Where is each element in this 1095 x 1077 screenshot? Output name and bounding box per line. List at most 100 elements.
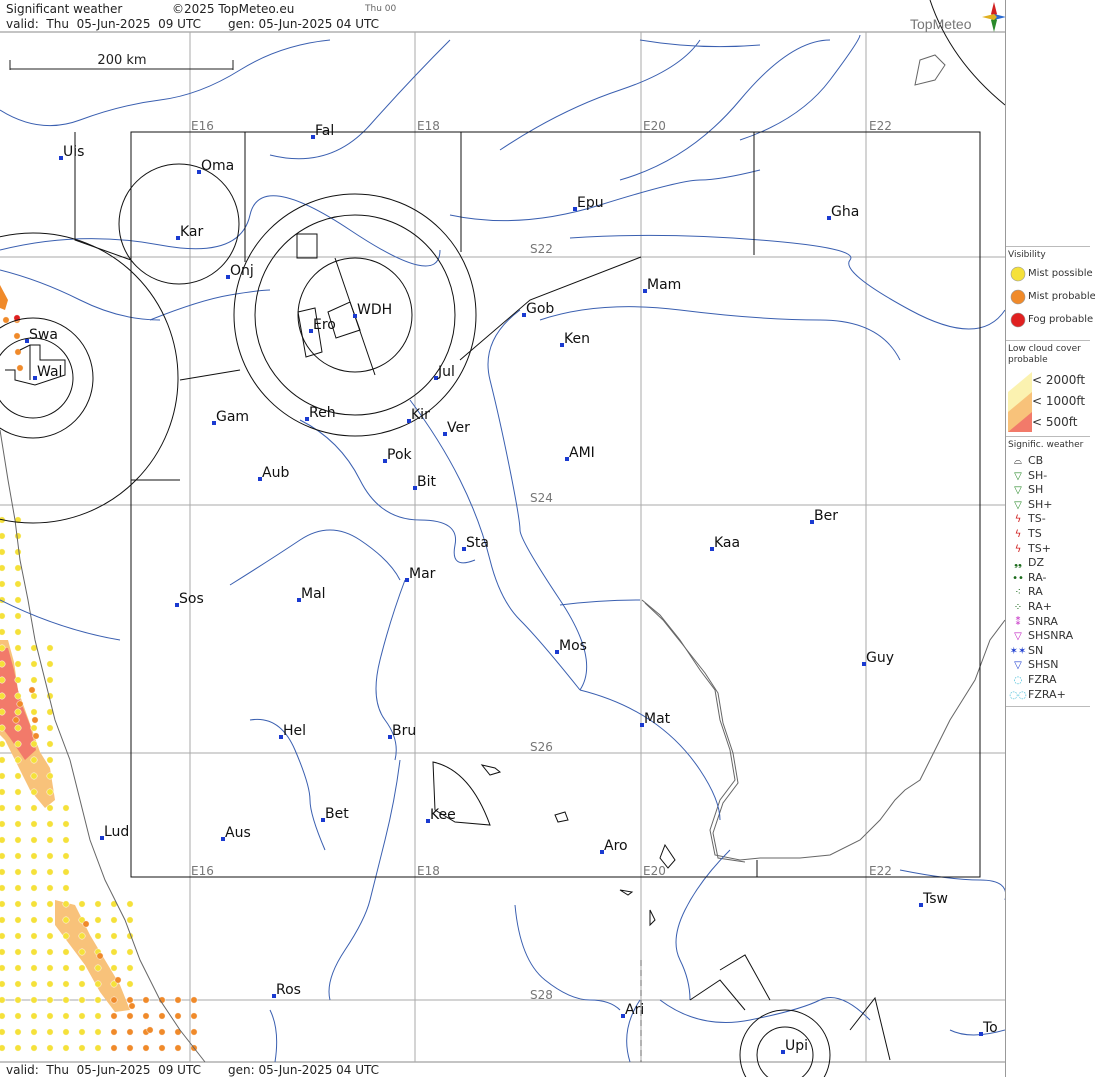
mist-dot <box>14 868 22 876</box>
mist-dot <box>94 980 102 988</box>
low-cloud-scale <box>1008 372 1032 432</box>
mist-dot <box>0 820 6 828</box>
place-label: Guy <box>866 650 894 666</box>
mist-dot <box>0 996 6 1004</box>
place-label: Kee <box>430 807 456 823</box>
grid-label-lat: S26 <box>530 740 553 754</box>
mist-dot <box>78 932 86 940</box>
mist-dot <box>0 932 6 940</box>
mist-dot <box>46 916 54 924</box>
place-mar: Mar <box>405 566 436 582</box>
legend-item-sh: ▽ SH <box>1008 483 1043 496</box>
place-label: Ros <box>276 982 301 998</box>
mist-dot <box>46 964 54 972</box>
mist-dot <box>30 724 38 732</box>
place-label: Mos <box>559 638 587 654</box>
mist-dot <box>128 1002 136 1010</box>
place-aro: Aro <box>600 838 628 854</box>
legend-item-ts: ϟ TS <box>1008 527 1042 540</box>
mist-dot <box>126 1012 134 1020</box>
mist-dot <box>110 996 118 1004</box>
mist-dot <box>30 868 38 876</box>
mist-dot <box>46 868 54 876</box>
mist-dot <box>14 820 22 828</box>
mist-dot <box>62 948 70 956</box>
mist-dot <box>46 820 54 828</box>
legend-low-cloud-label: < 1000ft <box>1032 394 1086 408</box>
mist-dot <box>28 686 36 694</box>
legend-label: SH+ <box>1028 497 1053 511</box>
place-label: Upi <box>785 1038 808 1054</box>
weather-shsnra-icon: ▽ <box>1014 631 1022 643</box>
mist-dot <box>30 932 38 940</box>
place-label: Ari <box>625 1002 644 1018</box>
mist-dot <box>0 788 6 796</box>
place-bit: Bit <box>413 474 436 490</box>
mist-dot <box>94 900 102 908</box>
place-label: Ver <box>447 420 470 436</box>
legend-label: SNRA <box>1028 614 1058 628</box>
place-label: Tsw <box>922 891 948 907</box>
mist-dot <box>14 836 22 844</box>
mist-dot <box>0 532 6 540</box>
place-label: Hel <box>283 723 306 739</box>
legend-item-shsnra: ▽ SHSNRA <box>1008 629 1073 642</box>
mist-dot <box>174 996 182 1004</box>
mist-dot <box>0 772 6 780</box>
mist-dot <box>46 932 54 940</box>
place-ber: Ber <box>810 508 838 524</box>
mist-dot <box>174 1012 182 1020</box>
place-guy: Guy <box>862 650 894 666</box>
mist-dot <box>46 1012 54 1020</box>
place-label: Aro <box>604 838 628 854</box>
mist-dot <box>46 740 54 748</box>
mist-dot <box>14 644 22 652</box>
place-ver: Ver <box>443 420 470 436</box>
legend-item-ra: ⁖ RA <box>1008 585 1043 598</box>
legend-label: RA+ <box>1028 600 1052 613</box>
mist-dot <box>14 724 22 732</box>
place-onj: Onj <box>226 263 254 279</box>
legend-sigwx-title: Signific. weather <box>1008 440 1084 450</box>
mist-dot <box>62 868 70 876</box>
mist-dot <box>14 964 22 972</box>
legend-label: Mist possible <box>1028 268 1093 279</box>
mist-dot <box>46 676 54 684</box>
place-ami: AMI <box>565 445 595 461</box>
weather-tsminus-icon: ϟ <box>1014 514 1022 526</box>
place-label: Mat <box>644 711 671 727</box>
mist-dot <box>30 948 38 956</box>
mist-dot <box>14 708 22 716</box>
mist-dot <box>0 916 6 924</box>
place-kee: Kee <box>426 807 456 823</box>
mist-dot <box>158 1028 166 1036</box>
mist-dot <box>62 820 70 828</box>
mist-dot <box>0 868 6 876</box>
mist-dot <box>190 1028 198 1036</box>
legend-low-cloud-label: < 2000ft <box>1032 373 1086 387</box>
mist-dot <box>0 548 6 556</box>
mist-dot <box>14 740 22 748</box>
mist-dot <box>96 952 104 960</box>
legend-item-fzra: ◌ FZRA <box>1008 673 1057 686</box>
place-fal: Fal <box>311 123 334 139</box>
place-gha: Gha <box>827 204 859 220</box>
scale-bar-label: 200 km <box>97 53 146 68</box>
place-tsw: Tsw <box>919 891 948 907</box>
mist-dot <box>94 964 102 972</box>
mist-dot <box>30 996 38 1004</box>
compass-icon <box>982 2 1006 32</box>
grid-label-lon: E22 <box>869 119 892 133</box>
grid-label-lat: S28 <box>530 988 553 1002</box>
legend-label: Fog probable <box>1028 314 1094 325</box>
place-kaa: Kaa <box>710 535 740 551</box>
place-label: Ber <box>814 508 838 524</box>
mist-dot <box>142 1012 150 1020</box>
mist-dot <box>78 996 86 1004</box>
mist-dot <box>0 852 6 860</box>
mist-dot <box>62 932 70 940</box>
legend-panel: Visibility Mist possible Mist probable Fog… <box>1005 0 1095 1077</box>
generated-time: gen: 05-Jun-2025 04 UTC <box>228 17 380 31</box>
legend-label: SHSNRA <box>1028 629 1074 643</box>
legend-visibility-title: Visibility <box>1008 250 1046 260</box>
